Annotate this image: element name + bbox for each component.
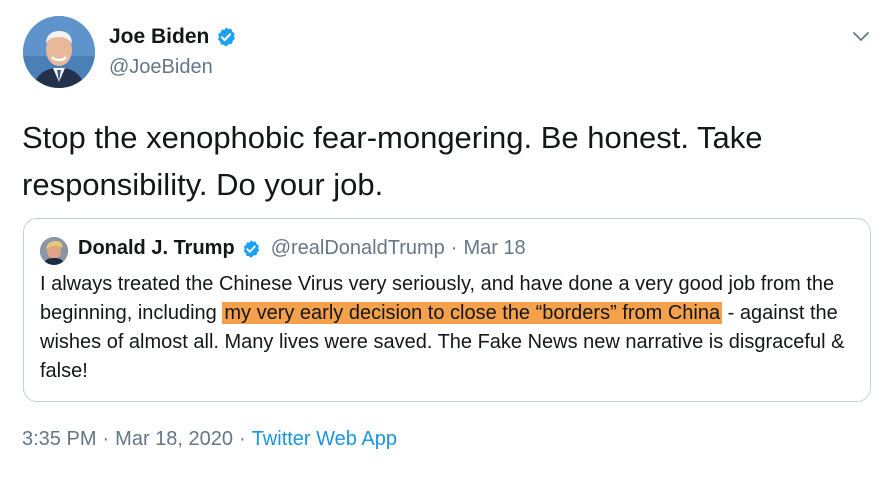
quoted-author-name[interactable]: Donald J. Trump bbox=[78, 237, 235, 260]
chevron-down-icon[interactable] bbox=[849, 24, 873, 48]
quoted-header: Donald J. Trump @realDonaldTrump · Mar 1… bbox=[78, 237, 526, 260]
separator-dot: · bbox=[239, 428, 246, 450]
quoted-text: I always treated the Chinese Virus very … bbox=[40, 270, 860, 386]
separator-dot: · bbox=[102, 428, 110, 450]
quoted-author-handle[interactable]: @realDonaldTrump bbox=[271, 237, 445, 260]
tweet-text: Stop the xenophobic fear-mongering. Be h… bbox=[22, 120, 763, 202]
quoted-date[interactable]: Mar 18 bbox=[463, 237, 525, 260]
author-handle[interactable]: @JoeBiden bbox=[109, 56, 213, 79]
tweet-source-link[interactable]: Twitter Web App bbox=[252, 428, 397, 450]
author-name-row[interactable]: Joe Biden bbox=[109, 25, 237, 49]
separator-dot: · bbox=[450, 237, 458, 259]
tweet-meta: 3:35 PM · Mar 18, 2020 · Twitter Web App bbox=[22, 428, 397, 451]
quoted-tweet[interactable]: Donald J. Trump @realDonaldTrump · Mar 1… bbox=[23, 218, 871, 402]
verified-badge-icon bbox=[243, 239, 259, 258]
tweet-time[interactable]: 3:35 PM bbox=[22, 428, 96, 450]
tweet: Joe Biden @JoeBiden Stop the xenophobic … bbox=[0, 0, 894, 478]
quoted-text-highlight: my very early decision to close the “bor… bbox=[222, 302, 723, 324]
quoted-avatar[interactable] bbox=[40, 237, 68, 265]
author-avatar[interactable] bbox=[23, 16, 95, 88]
tweet-date[interactable]: Mar 18, 2020 bbox=[115, 428, 233, 450]
verified-badge-icon bbox=[218, 27, 236, 47]
author-name[interactable]: Joe Biden bbox=[109, 25, 209, 49]
